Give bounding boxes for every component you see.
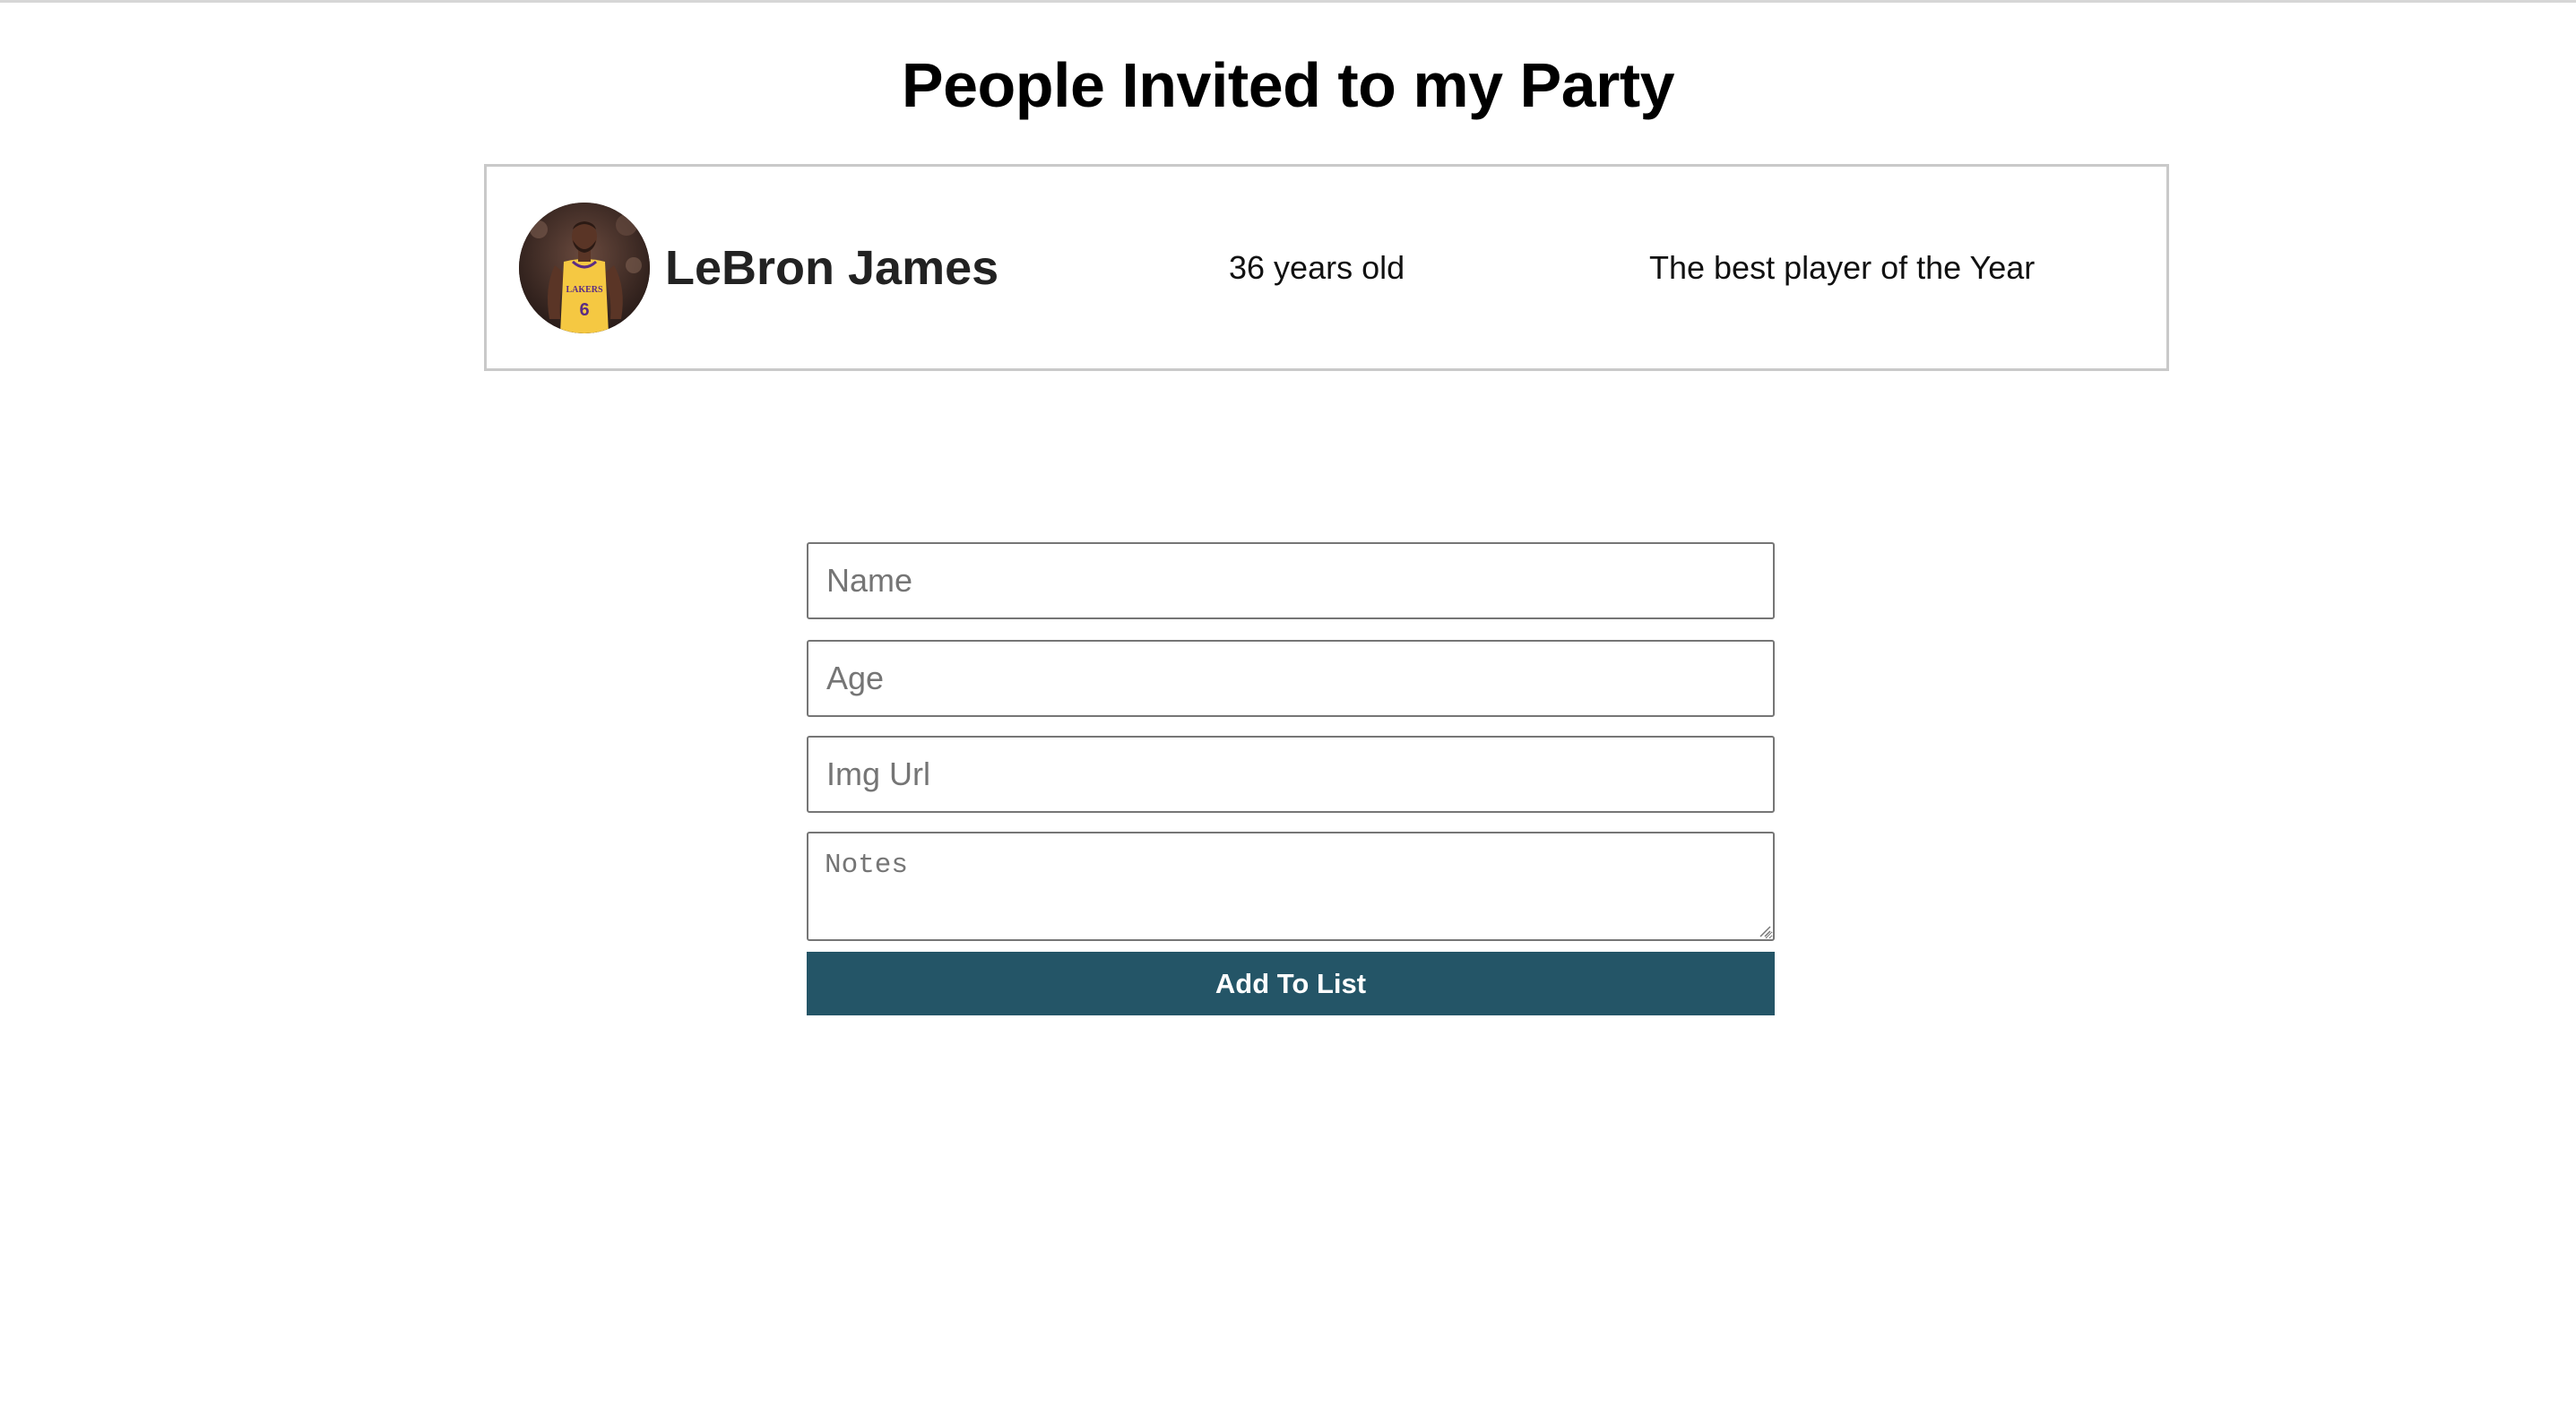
- guest-card: LAKERS 6 LeBron James 36 years old The b…: [484, 164, 2169, 371]
- age-input[interactable]: [807, 640, 1775, 717]
- page-title: People Invited to my Party: [901, 50, 1675, 120]
- add-to-list-button[interactable]: Add To List: [807, 952, 1775, 1015]
- person-photo-icon: LAKERS 6: [519, 203, 650, 333]
- svg-text:6: 6: [579, 300, 589, 320]
- guest-avatar: LAKERS 6: [519, 203, 650, 333]
- guest-age: 36 years old: [1229, 249, 1405, 286]
- img-url-input[interactable]: [807, 736, 1775, 813]
- notes-textarea[interactable]: [807, 832, 1775, 941]
- name-input[interactable]: [807, 542, 1775, 619]
- top-divider: [0, 0, 2576, 3]
- guest-name: LeBron James: [665, 241, 999, 295]
- guest-note: The best player of the Year: [1649, 249, 2036, 286]
- svg-text:LAKERS: LAKERS: [566, 285, 603, 295]
